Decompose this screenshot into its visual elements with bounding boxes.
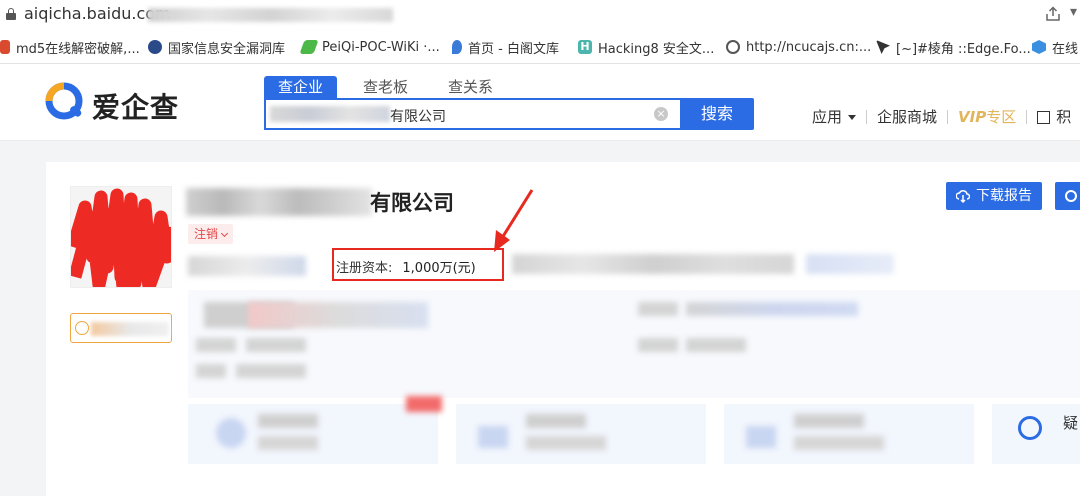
nav-apps[interactable]: 应用 [812,106,857,127]
nav-divider [947,109,949,124]
tab-relation[interactable]: 查关系 [434,76,507,98]
url-redacted-path [148,8,393,22]
logo-text[interactable]: 爱企查 [92,86,179,126]
stat-card-title: 疑 [1063,414,1079,432]
caret-down-icon [848,115,857,120]
info-redacted [196,364,226,378]
stat-redacted [406,396,442,412]
cloud-download-icon [956,190,970,203]
stat-icon [746,426,776,448]
info-redacted [248,302,428,328]
md5-icon [0,40,10,54]
gift-icon [1037,111,1051,124]
search-button[interactable]: 搜索 [680,98,754,130]
badge-icon [75,321,89,335]
bookmark-md5[interactable]: md5在线解密破解,... [0,38,140,57]
nav-vip[interactable]: VIP专区 [958,106,1016,127]
nav-divider [1026,109,1028,124]
watch-button[interactable] [1055,182,1080,210]
annotation-arrow-icon [494,189,534,252]
stat-redacted [794,414,864,428]
company-logo [70,186,172,288]
info-redacted [236,364,306,378]
info-redacted [638,302,678,316]
info-redacted [686,302,858,316]
baige-icon [452,40,462,54]
status-badge[interactable]: 注销 [188,224,234,244]
extra-info-redacted [806,254,894,274]
info-redacted [638,338,678,352]
edge-icon [876,40,890,54]
registered-capital-value: 1,000万(元) [402,261,476,276]
share-icon[interactable] [1044,6,1062,22]
chevron-down-icon[interactable]: ▾ [1070,4,1077,20]
question-icon [1018,416,1042,440]
bookmark-baige[interactable]: 首页 - 白阁文库 [452,38,559,57]
download-report-button[interactable]: 下载报告 [946,182,1042,210]
eye-icon [1065,190,1077,202]
search-redacted-text [270,106,390,122]
info-redacted [196,338,236,352]
clear-icon[interactable]: × [654,107,668,121]
bookmark-peiqi[interactable]: PeiQi-POC-WiKi ·... [299,38,440,56]
company-name: 有限公司 [370,191,454,215]
stat-redacted [258,414,318,428]
info-redacted [686,338,746,352]
established-date-redacted [512,254,794,274]
stat-redacted [526,414,586,428]
search-input[interactable]: 有限公司 × [264,98,682,130]
stat-card[interactable] [188,396,442,464]
registered-capital: 注册资本: 1,000万(元) [336,257,476,276]
tab-boss[interactable]: 查老板 [349,76,422,98]
stat-cards [188,396,1080,464]
chevron-down-icon [220,229,229,238]
nav-services[interactable]: 企服商城 [877,106,937,127]
tab-company[interactable]: 查企业 [264,76,338,98]
browser-address-bar[interactable]: aiqicha.baidu.com ▾ [0,0,1080,30]
globe-icon [726,40,740,54]
redaction-scribble-icon [71,188,171,287]
aiqicha-logo-icon[interactable] [44,81,88,125]
cnnvd-icon [148,40,162,54]
top-nav: 应用 企服商城 VIP专区 积 [812,106,1071,127]
company-info-panel [188,290,1080,398]
hex-icon [1032,40,1046,54]
bookmark-hacking8[interactable]: H Hacking8 安全文... [578,38,714,57]
lock-icon [6,8,16,20]
registered-capital-label: 注册资本: [336,261,393,276]
hacking8-icon: H [578,40,592,54]
nav-points[interactable]: 积 [1037,106,1071,127]
bookmarks-bar: md5在线解密破解,... 国家信息安全漏洞库 PeiQi-POC-WiKi ·… [0,30,1080,64]
info-redacted [246,338,306,352]
bookmark-edge[interactable]: [~]#棱角 ::Edge.Fo... [876,38,1031,57]
bookmark-cnnvd[interactable]: 国家信息安全漏洞库 [148,38,285,57]
peiqi-icon [299,40,319,54]
search-tabs: 查企业 查老板 查关系 [264,76,519,98]
search-value: 有限公司 [390,109,446,125]
stat-icon [478,426,508,448]
bookmark-online[interactable]: 在线 [1032,38,1078,57]
legal-person-redacted [188,256,306,276]
stat-card[interactable] [724,404,974,464]
claim-redacted-label [91,322,169,336]
bookmark-ncucajs[interactable]: http://ncucajs.cn:... [726,38,871,56]
claim-company-button[interactable] [70,313,172,343]
stat-redacted [258,436,318,450]
stat-redacted [526,436,606,450]
stat-icon [216,418,246,448]
nav-divider [866,109,868,124]
site-header: 爱企查 查企业 查老板 查关系 有限公司 × 搜索 应用 企服商城 VIP专区 … [0,64,1080,141]
company-name-redacted [186,188,372,216]
stat-redacted [794,436,884,450]
stat-card[interactable] [456,404,706,464]
